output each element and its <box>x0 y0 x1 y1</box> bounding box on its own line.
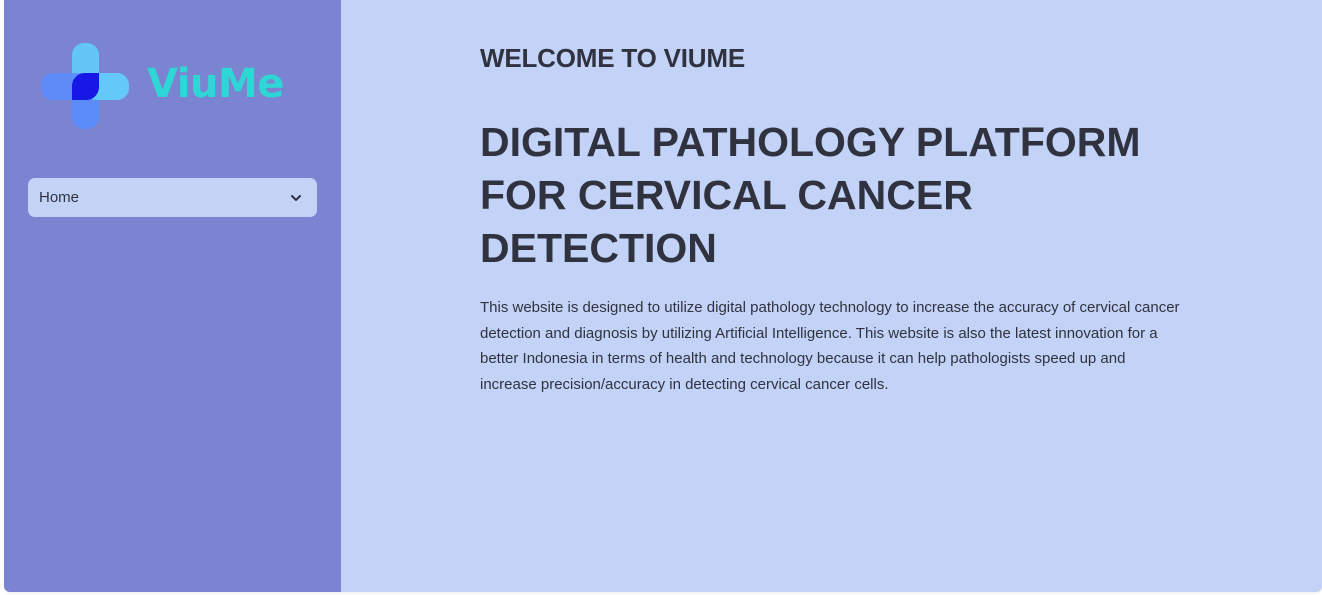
brand-name: ViuMe <box>147 61 284 107</box>
content-block: WELCOME TO VIUME DIGITAL PATHOLOGY PLATF… <box>480 40 1200 397</box>
brand-logo: ViuMe <box>41 43 284 129</box>
welcome-heading: WELCOME TO VIUME <box>480 43 745 73</box>
app-window: ViuMe Home WELCOME TO VIUME DIGITAL PATH… <box>4 0 1322 592</box>
page-nav-select[interactable]: Home <box>28 178 317 217</box>
page-nav-select-value: Home <box>39 189 80 206</box>
page-title: DIGITAL PATHOLOGY PLATFORM FOR CERVICAL … <box>480 119 1141 271</box>
sidebar: ViuMe Home <box>4 0 341 592</box>
description-paragraph: This website is designed to utilize digi… <box>480 299 1180 393</box>
chevron-down-icon <box>291 194 301 201</box>
medical-cross-logo-icon <box>41 43 129 129</box>
main-content: WELCOME TO VIUME DIGITAL PATHOLOGY PLATF… <box>341 0 1322 592</box>
